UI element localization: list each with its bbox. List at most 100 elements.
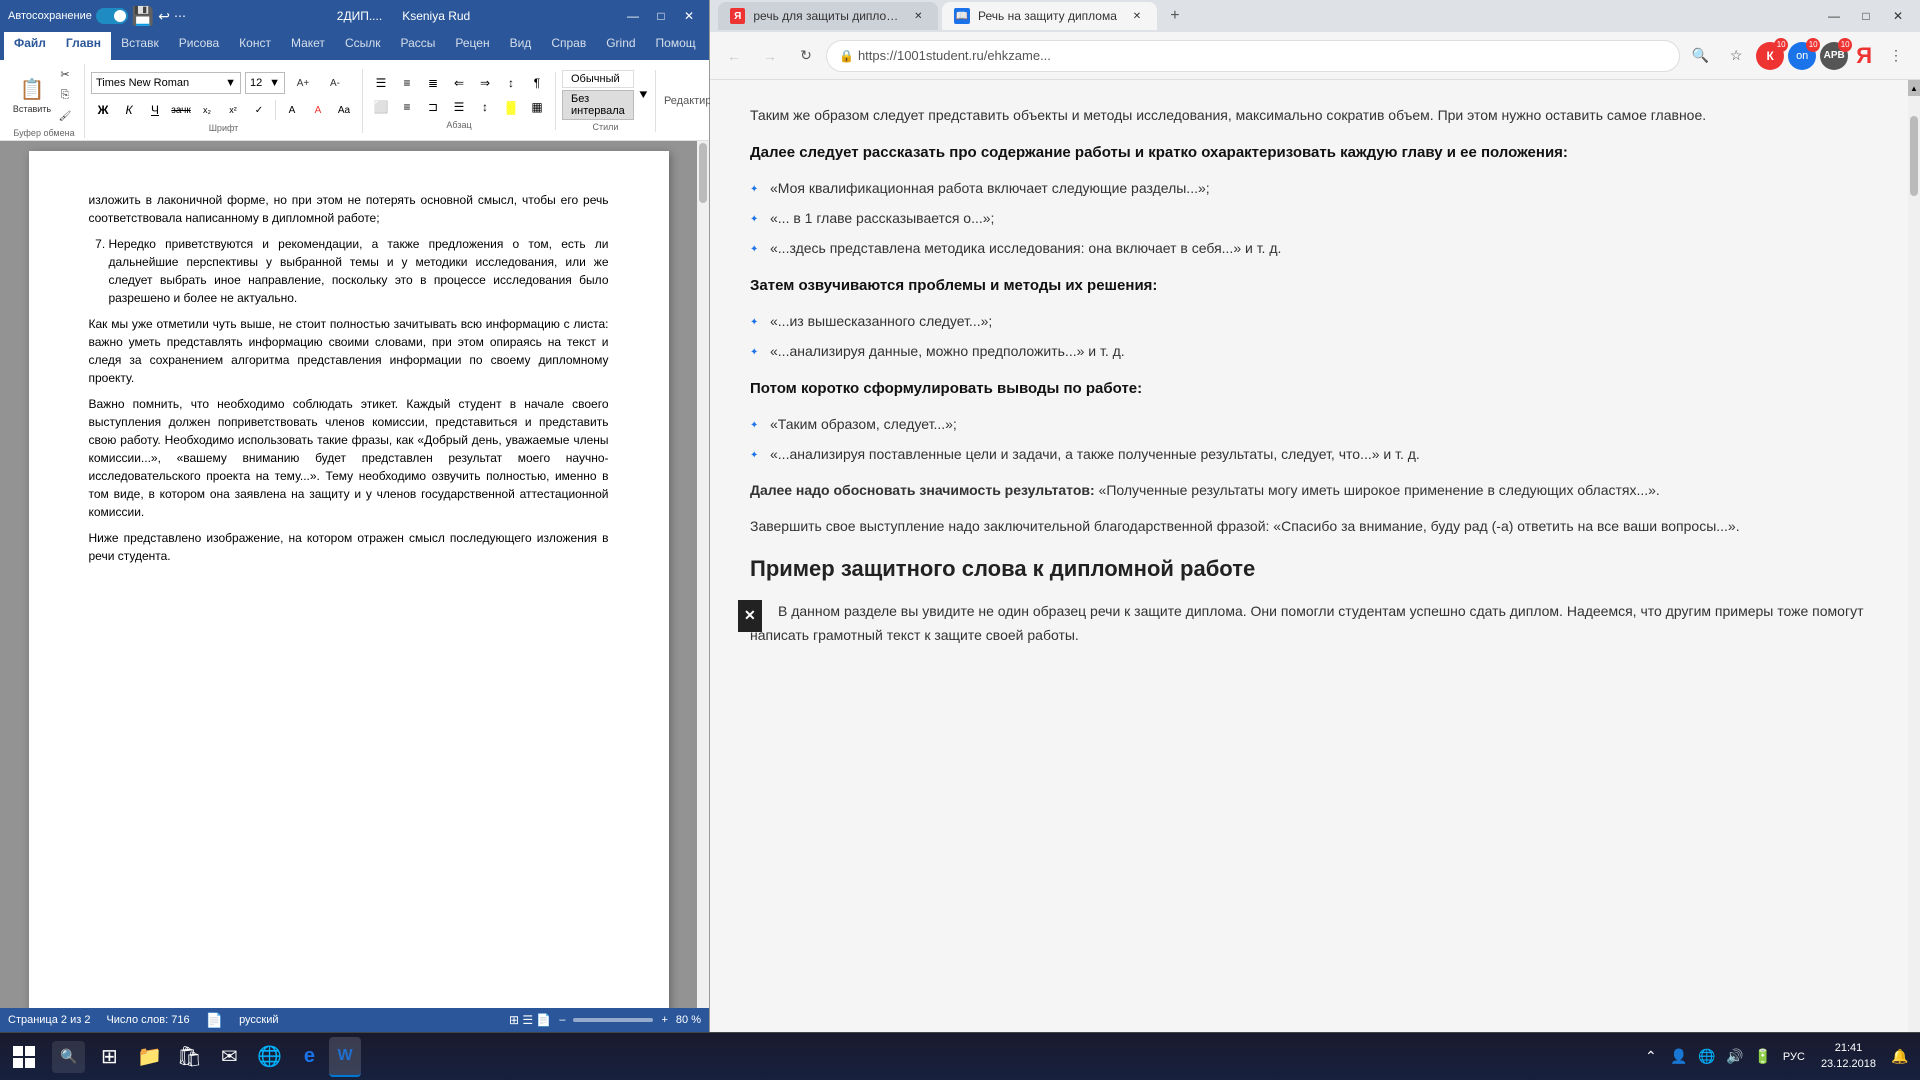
tab-help[interactable]: Справ <box>541 32 596 60</box>
multilevel-button[interactable]: ≣ <box>421 72 445 94</box>
maximize-button[interactable]: □ <box>649 4 673 28</box>
mail-button[interactable]: ✉ <box>209 1037 249 1077</box>
word-scroll-thumb[interactable] <box>699 143 707 203</box>
clear-format-button[interactable]: ✓ <box>247 99 271 121</box>
justify-button[interactable]: ☰ <box>447 96 471 118</box>
font-size-selector[interactable]: 12 ▼ <box>245 72 285 94</box>
browser-minimize-button[interactable]: — <box>1820 2 1848 30</box>
close-overlay-button[interactable]: ✕ <box>738 600 762 632</box>
volume-icon[interactable]: 🔊 <box>1723 1045 1747 1069</box>
new-tab-button[interactable]: + <box>1161 2 1189 30</box>
scroll-up-button[interactable]: ▲ <box>1908 80 1920 96</box>
bullets-button[interactable]: ☰ <box>369 72 393 94</box>
start-button[interactable] <box>0 1033 48 1080</box>
zoom-slider[interactable] <box>573 1018 653 1022</box>
font-name-selector[interactable]: Times New Roman ▼ <box>91 72 241 94</box>
tab-mailings[interactable]: Рассы <box>390 32 445 60</box>
tab-grind[interactable]: Grind <box>596 32 645 60</box>
style-no-interval[interactable]: Без интервала <box>562 90 634 120</box>
minimize-button[interactable]: — <box>621 4 645 28</box>
subscript-button[interactable]: х₂ <box>195 99 219 121</box>
doc-view-icon[interactable]: 📄 <box>206 1012 223 1029</box>
tab2-close-button[interactable]: ✕ <box>1129 8 1145 24</box>
case-button[interactable]: Aa <box>332 99 356 121</box>
browser-scrollbar[interactable]: ▲ <box>1908 80 1920 1032</box>
chrome-button[interactable]: 🌐 <box>249 1037 289 1077</box>
task-view-button[interactable]: ⊞ <box>89 1037 129 1077</box>
font-color-button[interactable]: A <box>306 99 330 121</box>
cut-button[interactable]: ✂ <box>54 64 76 84</box>
styles-expand-button[interactable]: ⯆ <box>638 87 649 104</box>
browser-close-button[interactable]: ✕ <box>1884 2 1912 30</box>
scroll-thumb[interactable] <box>1910 116 1918 196</box>
store-button[interactable]: 🛍 <box>169 1037 209 1077</box>
network-icon[interactable]: 🌐 <box>1695 1045 1719 1069</box>
increase-font-btn[interactable]: A+ <box>289 69 317 97</box>
word-taskbar-app[interactable]: W <box>329 1037 360 1077</box>
strikethrough-button[interactable]: зачк <box>169 99 193 121</box>
sort-button[interactable]: ↕ <box>499 72 523 94</box>
copy-button[interactable]: ⎘ <box>54 85 76 105</box>
view-icons[interactable]: ⊞ ☰ 📄 <box>509 1013 551 1027</box>
paste-button[interactable]: 📋 Вставить <box>12 69 52 121</box>
bookmark-icon[interactable]: ☆ <box>1720 40 1752 72</box>
settings-nav-icon[interactable]: ⋮ <box>1880 40 1912 72</box>
tray-people-icon[interactable]: 👤 <box>1667 1045 1691 1069</box>
close-button[interactable]: ✕ <box>677 4 701 28</box>
border-button[interactable]: ▦ <box>525 96 549 118</box>
tab-design[interactable]: Конст <box>229 32 281 60</box>
section1-bullet-1: «Моя квалификационная работа включает сл… <box>770 177 1868 201</box>
clipboard-section: 📋 Вставить ✂ ⎘ 🖌 Буфер обмена <box>4 64 85 138</box>
browser-maximize-button[interactable]: □ <box>1852 2 1880 30</box>
style-normal[interactable]: Обычный <box>562 70 634 88</box>
decrease-font-btn[interactable]: A- <box>321 69 349 97</box>
clock[interactable]: 21:41 23.12.2018 <box>1813 1041 1884 1072</box>
tab-help2[interactable]: Помощ <box>646 32 706 60</box>
italic-button[interactable]: К <box>117 99 141 121</box>
notification-icon[interactable]: 🔔 <box>1888 1045 1912 1069</box>
tab1-close-button[interactable]: ✕ <box>911 8 926 24</box>
tab-view[interactable]: Вид <box>500 32 542 60</box>
align-right-button[interactable]: ⊐ <box>421 96 445 118</box>
shading-button[interactable]: ▓ <box>499 96 523 118</box>
tab-draw[interactable]: Рисова <box>169 32 229 60</box>
undo-icon[interactable]: ↩ <box>158 8 170 25</box>
tray-up-icon[interactable]: ⌃ <box>1639 1045 1663 1069</box>
language-indicator[interactable]: РУС <box>1779 1051 1809 1063</box>
edge-button[interactable]: e <box>289 1037 329 1077</box>
battery-icon[interactable]: 🔋 <box>1751 1045 1775 1069</box>
word-scrollbar[interactable] <box>697 141 709 1008</box>
forward-button[interactable]: → <box>754 40 786 72</box>
increase-indent-button[interactable]: ⇒ <box>473 72 497 94</box>
language-indicator[interactable]: русский <box>239 1014 278 1026</box>
browser-tab-2[interactable]: 📖 Речь на защиту диплома ✕ <box>942 2 1157 30</box>
save-icon[interactable]: 💾 <box>132 6 154 27</box>
format-painter-button[interactable]: 🖌 <box>54 106 76 126</box>
browser-tab-1[interactable]: Я речь для защиты диплом... ✕ <box>718 2 938 30</box>
line-spacing-button[interactable]: ↕ <box>473 96 497 118</box>
tab-layout[interactable]: Макет <box>281 32 335 60</box>
file-explorer-button[interactable]: 📁 <box>129 1037 169 1077</box>
tab-review[interactable]: Рецен <box>445 32 499 60</box>
superscript-button[interactable]: х² <box>221 99 245 121</box>
numbering-button[interactable]: ≡ <box>395 72 419 94</box>
back-button[interactable]: ← <box>718 40 750 72</box>
yandex-icon[interactable]: Я <box>1856 43 1872 69</box>
address-bar[interactable]: 🔒 https://1001student.ru/ehkzame... <box>826 40 1680 72</box>
tab-file[interactable]: Файл <box>4 32 56 60</box>
tab-home[interactable]: Главн <box>56 32 111 60</box>
bold-button[interactable]: Ж <box>91 99 115 121</box>
search-nav-icon[interactable]: 🔍 <box>1684 40 1716 72</box>
decrease-indent-button[interactable]: ⇐ <box>447 72 471 94</box>
taskbar-search[interactable]: 🔍 <box>52 1041 85 1073</box>
align-left-button[interactable]: ⬜ <box>369 96 393 118</box>
align-center-button[interactable]: ≡ <box>395 96 419 118</box>
tab-references[interactable]: Ссылк <box>335 32 391 60</box>
pilcrow-button[interactable]: ¶ <box>525 72 549 94</box>
redo-icon[interactable]: ⋯ <box>174 9 186 23</box>
underline-button[interactable]: Ч <box>143 99 167 121</box>
highlight-button[interactable]: A <box>280 99 304 121</box>
refresh-button[interactable]: ↻ <box>790 40 822 72</box>
autosave-toggle[interactable] <box>96 8 128 24</box>
tab-insert[interactable]: Вставк <box>111 32 169 60</box>
